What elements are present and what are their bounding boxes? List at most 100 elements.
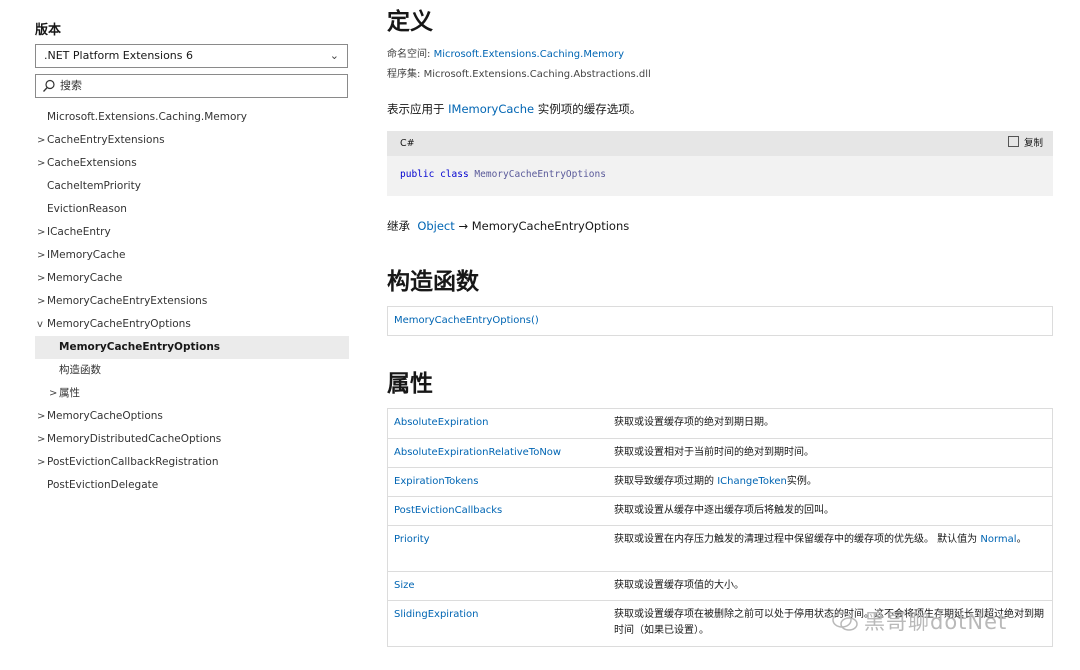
property-link[interactable]: Size: [394, 580, 415, 591]
sidebar-item-label: IMemoryCache: [47, 249, 126, 261]
sidebar-item[interactable]: > ICacheEntry: [35, 221, 349, 244]
copy-button[interactable]: 复制: [1007, 131, 1043, 156]
version-select[interactable]: .NET Platform Extensions 6 ⌄: [35, 44, 348, 68]
property-description: 获取或设置在内存压力触发的清理过程中保留缓存中的缓存项的优先级。 默认值为 No…: [614, 532, 1044, 548]
summary-prefix: 表示应用于: [387, 102, 445, 116]
sidebar-item-label: ICacheEntry: [47, 226, 111, 238]
inherit-label: 继承: [387, 219, 410, 233]
table-row: Size 获取或设置缓存项值的大小。: [388, 571, 1052, 600]
chevron-right-icon[interactable]: >: [49, 382, 59, 405]
code-language: C#: [400, 138, 415, 149]
property-link[interactable]: ExpirationTokens: [394, 476, 478, 487]
property-desc-text: 获取或设置在内存压力触发的清理过程中保留缓存中的缓存项的优先级。 默认值为: [614, 534, 978, 545]
sidebar-item[interactable]: 构造函数: [35, 359, 349, 382]
summary-suffix: 实例项的缓存选项。: [537, 102, 642, 116]
sidebar: 版本 .NET Platform Extensions 6 ⌄ 搜索 Micro…: [0, 0, 360, 670]
assembly-label: 程序集:: [387, 69, 421, 80]
sidebar-item-label: CacheItemPriority: [47, 180, 141, 192]
chevron-right-icon[interactable]: >: [37, 221, 47, 244]
wechat-icon: [832, 612, 858, 631]
sidebar-item[interactable]: > MemoryCacheEntryExtensions: [35, 290, 349, 313]
chevron-right-icon[interactable]: >: [37, 152, 47, 175]
sidebar-item-label: MemoryCacheEntryExtensions: [47, 295, 208, 307]
property-desc-text: 获取或设置从缓存中逐出缓存项后将触发的回叫。: [614, 505, 834, 516]
chevron-right-icon[interactable]: >: [37, 290, 47, 313]
namespace-line: 命名空间: Microsoft.Extensions.Caching.Memor…: [387, 45, 624, 60]
property-link[interactable]: PostEvictionCallbacks: [394, 505, 502, 516]
chevron-right-icon[interactable]: >: [37, 451, 47, 474]
sidebar-item-label: EvictionReason: [47, 203, 127, 215]
assembly-value: Microsoft.Extensions.Caching.Abstraction…: [423, 69, 651, 80]
sidebar-item[interactable]: > MemoryCacheOptions: [35, 405, 349, 428]
property-desc-suffix: 。: [1016, 534, 1027, 545]
watermark: 黑哥聊dotNet: [832, 606, 1007, 636]
search-input[interactable]: 搜索: [35, 74, 348, 98]
constructor-link[interactable]: MemoryCacheEntryOptions(): [394, 315, 539, 326]
chevron-right-icon[interactable]: >: [37, 428, 47, 451]
sidebar-item-label: CacheEntryExtensions: [47, 134, 165, 146]
property-link[interactable]: SlidingExpiration: [394, 609, 478, 620]
sidebar-item-label: PostEvictionDelegate: [47, 479, 159, 491]
chevron-right-icon[interactable]: >: [37, 129, 47, 152]
property-desc-link[interactable]: Normal: [980, 534, 1016, 545]
sidebar-item-label: MemoryCacheEntryOptions: [59, 341, 221, 353]
sidebar-item[interactable]: > PostEvictionCallbackRegistration: [35, 451, 349, 474]
sidebar-item-label: MemoryDistributedCacheOptions: [47, 433, 222, 445]
chevron-down-icon[interactable]: v: [37, 313, 47, 336]
namespace-label: 命名空间:: [387, 49, 431, 60]
copy-icon: [1007, 136, 1019, 147]
property-description: 获取或设置相对于当前时间的绝对到期时间。: [614, 445, 1044, 461]
object-link[interactable]: Object: [417, 219, 454, 233]
properties-heading: 属性: [387, 371, 433, 397]
sidebar-item[interactable]: > CacheExtensions: [35, 152, 349, 175]
search-icon: [43, 79, 55, 92]
sidebar-item-label: MemoryCacheOptions: [47, 410, 163, 422]
sidebar-item-label: CacheExtensions: [47, 157, 137, 169]
sidebar-item[interactable]: > MemoryCache: [35, 267, 349, 290]
property-desc-text: 获取或设置缓存项的绝对到期日期。: [614, 417, 774, 428]
constructors-table: MemoryCacheEntryOptions(): [387, 306, 1053, 336]
namespace-link[interactable]: Microsoft.Extensions.Caching.Memory: [434, 49, 624, 60]
constructors-heading: 构造函数: [387, 269, 479, 295]
sidebar-item[interactable]: v MemoryCacheEntryOptions: [35, 313, 349, 336]
imemorycache-link[interactable]: IMemoryCache: [448, 102, 534, 116]
summary-text: 表示应用于 IMemoryCache 实例项的缓存选项。: [387, 101, 641, 117]
sidebar-item[interactable]: PostEvictionDelegate: [35, 474, 349, 497]
inherit-arrow: →: [458, 219, 469, 233]
chevron-right-icon[interactable]: >: [37, 244, 47, 267]
property-link[interactable]: Priority: [394, 534, 430, 545]
sidebar-item-label: MemoryCache: [47, 272, 123, 284]
sidebar-item[interactable]: > IMemoryCache: [35, 244, 349, 267]
chevron-right-icon[interactable]: >: [37, 405, 47, 428]
property-desc-link[interactable]: IChangeToken: [717, 476, 787, 487]
sidebar-item[interactable]: CacheItemPriority: [35, 175, 349, 198]
property-link[interactable]: AbsoluteExpiration: [394, 417, 488, 428]
sidebar-item[interactable]: > MemoryDistributedCacheOptions: [35, 428, 349, 451]
code-keyword-class: class: [440, 169, 469, 180]
property-description: 获取或设置缓存项的绝对到期日期。: [614, 415, 1044, 431]
property-desc-text: 获取或设置相对于当前时间的绝对到期时间。: [614, 447, 814, 458]
property-description: 获取导致缓存项过期的 IChangeToken实例。: [614, 474, 1044, 490]
property-desc-text: 获取导致缓存项过期的: [614, 476, 714, 487]
sidebar-item[interactable]: MemoryCacheEntryOptions: [35, 336, 349, 359]
property-desc-suffix: 实例。: [786, 476, 817, 487]
code-block: C# 复制 public class MemoryCacheEntryOptio…: [387, 131, 1053, 196]
sidebar-item-label: 构造函数: [59, 364, 101, 376]
property-description: 获取或设置缓存项值的大小。: [614, 578, 1044, 594]
sidebar-item[interactable]: > 属性: [35, 382, 349, 405]
version-label: 版本: [35, 23, 62, 38]
chevron-right-icon[interactable]: >: [37, 267, 47, 290]
sidebar-item-label: MemoryCacheEntryOptions: [47, 318, 191, 330]
copy-label: 复制: [1023, 138, 1043, 149]
sidebar-item-label: Microsoft.Extensions.Caching.Memory: [47, 111, 247, 123]
sidebar-item[interactable]: Microsoft.Extensions.Caching.Memory: [35, 106, 349, 129]
sidebar-item[interactable]: > CacheEntryExtensions: [35, 129, 349, 152]
sidebar-item[interactable]: EvictionReason: [35, 198, 349, 221]
definition-heading: 定义: [387, 9, 433, 35]
assembly-line: 程序集: Microsoft.Extensions.Caching.Abstra…: [387, 65, 651, 80]
sidebar-item-label: PostEvictionCallbackRegistration: [47, 456, 219, 468]
property-description: 获取或设置从缓存中逐出缓存项后将触发的回叫。: [614, 503, 1044, 519]
property-link[interactable]: AbsoluteExpirationRelativeToNow: [394, 447, 561, 458]
toc-nav: Microsoft.Extensions.Caching.Memory > Cach…: [35, 106, 349, 497]
inherit-self: MemoryCacheEntryOptions: [471, 219, 630, 233]
